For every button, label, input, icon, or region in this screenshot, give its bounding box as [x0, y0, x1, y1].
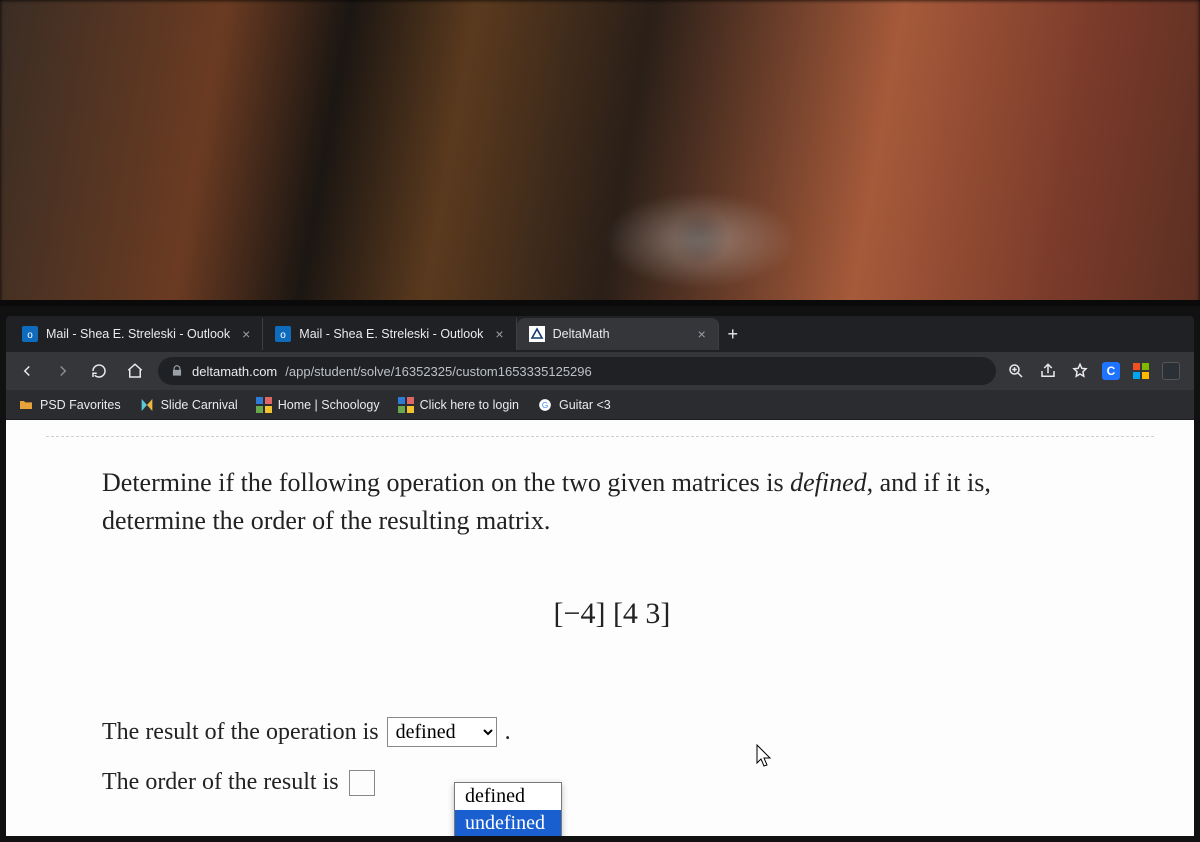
tab-label: Mail - Shea E. Streleski - Outlook	[299, 327, 483, 341]
photo-background	[0, 0, 1200, 320]
reload-button[interactable]	[86, 358, 112, 384]
home-button[interactable]	[122, 358, 148, 384]
folder-icon	[18, 397, 34, 413]
address-bar[interactable]: deltamath.com/app/student/solve/16352325…	[158, 357, 996, 385]
order-input-rows[interactable]	[349, 770, 375, 796]
problem-prompt: Determine if the following operation on …	[102, 464, 1122, 539]
bookmark-guitar[interactable]: G Guitar <3	[537, 397, 611, 413]
grid-icon	[256, 397, 272, 413]
svg-text:G: G	[542, 400, 548, 409]
star-icon[interactable]	[1070, 361, 1090, 381]
lock-icon	[170, 364, 184, 378]
zoom-icon[interactable]	[1006, 361, 1026, 381]
page-content: Determine if the following operation on …	[6, 420, 1194, 836]
tab-strip: o Mail - Shea E. Streleski - Outlook × o…	[6, 316, 1194, 352]
prompt-defined: defined	[790, 468, 867, 497]
extension-grid-icon[interactable]	[1132, 362, 1150, 380]
prompt-part1: Determine if the following operation on …	[102, 468, 790, 497]
forward-button[interactable]	[50, 358, 76, 384]
url-domain: deltamath.com	[192, 364, 277, 379]
bookmark-schoology[interactable]: Home | Schoology	[256, 397, 380, 413]
bookmarks-bar: PSD Favorites Slide Carnival Home | Scho…	[6, 390, 1194, 420]
answer-period: .	[505, 719, 511, 746]
defined-select[interactable]: defined undefined	[387, 717, 497, 747]
close-icon[interactable]: ×	[495, 326, 503, 342]
matrix-expression: [−4] [4 3]	[102, 597, 1122, 631]
prompt-part2: , and if it is,	[867, 468, 991, 497]
dropdown-option-undefined[interactable]: undefined	[455, 810, 561, 836]
url-path: /app/student/solve/16352325/custom165333…	[285, 364, 591, 379]
order-label: The order of the result is	[102, 769, 339, 796]
bookmark-click-login[interactable]: Click here to login	[398, 397, 519, 413]
tab-outlook-2[interactable]: o Mail - Shea E. Streleski - Outlook ×	[263, 318, 516, 350]
tab-outlook-1[interactable]: o Mail - Shea E. Streleski - Outlook ×	[10, 318, 263, 350]
browser-toolbar: deltamath.com/app/student/solve/16352325…	[6, 352, 1194, 390]
bookmark-psd-favorites[interactable]: PSD Favorites	[18, 397, 121, 413]
grid-icon	[398, 397, 414, 413]
cursor-icon	[756, 744, 774, 768]
google-icon: G	[537, 397, 553, 413]
new-tab-button[interactable]: +	[719, 324, 747, 345]
divider	[46, 436, 1154, 437]
tab-label: DeltaMath	[553, 327, 610, 341]
dropdown-option-defined[interactable]: defined	[455, 783, 561, 810]
defined-dropdown-open[interactable]: defined undefined	[454, 782, 562, 836]
close-icon[interactable]: ×	[242, 326, 250, 342]
prompt-line2: determine the order of the resulting mat…	[102, 506, 550, 535]
slides-icon	[139, 397, 155, 413]
bookmark-label: Home | Schoology	[278, 398, 380, 412]
svg-text:o: o	[281, 330, 287, 341]
bookmark-label: Click here to login	[420, 398, 519, 412]
close-icon[interactable]: ×	[698, 326, 706, 342]
svg-text:o: o	[27, 330, 33, 341]
bookmark-label: Slide Carnival	[161, 398, 238, 412]
tab-deltamath[interactable]: DeltaMath ×	[517, 318, 719, 350]
answer-area: The result of the operation is defined u…	[102, 717, 1122, 796]
deltamath-icon	[529, 326, 545, 342]
tab-label: Mail - Shea E. Streleski - Outlook	[46, 327, 230, 341]
back-button[interactable]	[14, 358, 40, 384]
extension-c-icon[interactable]: C	[1102, 362, 1120, 380]
browser-window: o Mail - Shea E. Streleski - Outlook × o…	[6, 316, 1194, 836]
outlook-icon: o	[22, 326, 38, 342]
extension-dark-icon[interactable]	[1162, 362, 1180, 380]
bookmark-label: PSD Favorites	[40, 398, 121, 412]
bookmark-slide-carnival[interactable]: Slide Carnival	[139, 397, 238, 413]
share-icon[interactable]	[1038, 361, 1058, 381]
bookmark-label: Guitar <3	[559, 398, 611, 412]
outlook-icon: o	[275, 326, 291, 342]
toolbar-right: C	[1006, 361, 1186, 381]
answer-label: The result of the operation is	[102, 719, 379, 746]
